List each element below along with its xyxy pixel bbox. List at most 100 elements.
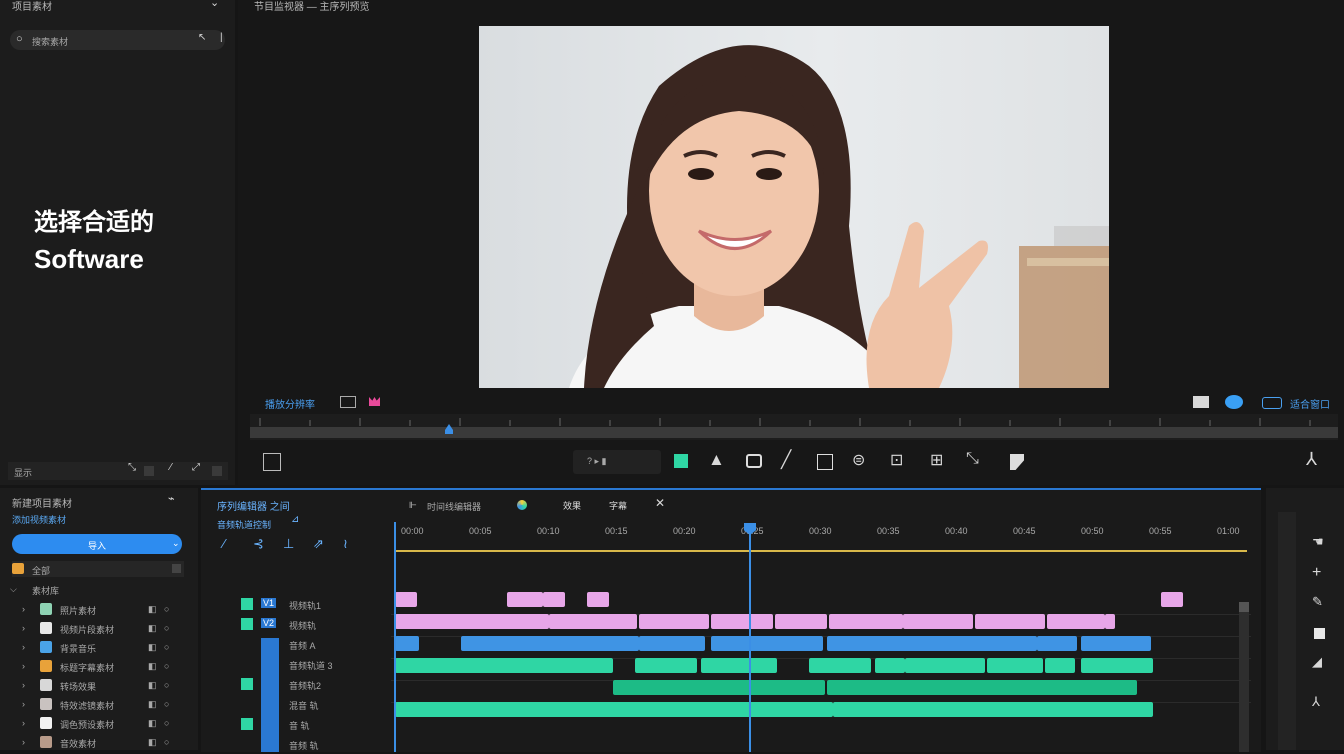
options-icon[interactable] [172,564,181,573]
timeline-clip[interactable] [549,614,637,629]
timeline-clip[interactable] [1081,658,1153,673]
select-tool-icon[interactable]: ⁄ [223,536,225,551]
info-icon[interactable]: ○ [164,680,169,690]
search-input[interactable]: ○ 搜索素材 ↖ | [10,30,225,50]
timeline-clip[interactable] [461,636,639,651]
track-lock-icon[interactable] [241,718,253,730]
timeline-clip[interactable] [639,636,705,651]
import-button[interactable]: 导入 ⌄ [12,534,182,554]
asset-item[interactable]: › 标题字幕素材 ◧ ○ [10,659,180,675]
timeline-clip[interactable] [809,658,871,673]
compare-icon[interactable] [1193,396,1209,408]
pen-tool-icon[interactable]: ≀ [343,536,348,552]
settings-icon[interactable] [1262,397,1282,409]
safe-margin-icon[interactable] [340,396,356,408]
timeline-clip[interactable] [395,614,549,629]
timeline-clip[interactable] [395,658,613,673]
visibility-icon[interactable]: ◧ [148,661,157,672]
timeline-clip[interactable] [587,592,609,607]
track-header[interactable]: 音频 轨 [201,736,399,754]
track-lock-icon[interactable] [241,698,253,710]
track-lock-icon[interactable] [241,598,253,610]
slip-tool-icon[interactable]: ⇗ [313,536,324,552]
grid-view-icon[interactable] [144,466,154,476]
clear-icon[interactable]: ↖ [198,32,206,43]
text-tool-icon[interactable]: ⊡ [890,450,903,470]
add-track-icon[interactable]: ⊿ [291,514,299,525]
timecode-field[interactable]: ? ▸ ▮ [573,450,661,474]
track-lock-icon[interactable] [241,618,253,630]
playhead-line[interactable] [749,526,751,752]
timeline-clip[interactable] [1047,614,1105,629]
work-area-bar[interactable] [395,550,1247,552]
visibility-icon[interactable]: ◧ [148,680,157,691]
timeline-clip[interactable] [395,702,833,717]
playback-resolution[interactable]: 播放分辨率 [265,396,315,411]
link-icon[interactable]: ✕ [655,496,665,510]
tab-captions[interactable]: 字幕 [609,499,627,512]
asset-item[interactable]: › 照片素材 ◧ ○ [10,602,180,618]
fill-icon[interactable] [1314,628,1325,639]
timeline-clip[interactable] [827,636,1037,651]
timeline-ruler[interactable]: 00:0000:0500:1000:1500:2000:2500:3000:35… [391,518,1251,552]
ripple-tool-icon[interactable]: ⊥ [283,536,294,552]
track-header[interactable]: 视频轨 V2 [201,616,399,634]
timeline-clip[interactable] [701,658,777,673]
caption-icon[interactable] [746,454,762,468]
rectangle-icon[interactable] [817,454,833,470]
step-icon[interactable]: ▲ [708,450,725,470]
visibility-icon[interactable]: ◧ [148,642,157,653]
line-icon[interactable]: ╱ [781,450,791,470]
timeline-clip[interactable] [711,636,823,651]
razor-tool-icon[interactable]: ⊰ [253,536,264,552]
timeline-clip[interactable] [1037,636,1077,651]
tab-effects[interactable]: 效果 [563,499,581,512]
fit-label[interactable]: 适合窗口 [1290,396,1330,411]
video-frame[interactable] [479,26,1109,388]
list-view-icon[interactable]: ⤡ [128,462,136,473]
timeline-clip[interactable] [395,636,419,651]
timeline-clip[interactable] [833,702,1153,717]
add-marker-icon[interactable]: + [1312,564,1321,582]
info-icon[interactable]: ○ [164,699,169,709]
in-point-line[interactable] [394,522,396,752]
timeline-clip[interactable] [635,658,697,673]
track-header[interactable]: 视频轨1 V1 [201,596,399,614]
flag-icon[interactable] [1010,454,1024,470]
visibility-icon[interactable]: ◧ [148,604,157,615]
sort-icon[interactable]: ⁄ [170,462,172,473]
visibility-icon[interactable]: ◧ [148,737,157,748]
stop-icon[interactable] [674,454,688,468]
export-frame-icon[interactable] [263,453,281,471]
trim-icon[interactable]: ⅄ [1306,449,1317,470]
timeline-clip[interactable] [829,614,903,629]
wand-icon[interactable]: ⤡ [966,450,979,468]
timeline-clip[interactable] [905,658,985,673]
track-header[interactable]: 音频轨2 [201,676,399,694]
asset-item[interactable]: › 调色预设素材 ◧ ○ [10,716,180,732]
track-header[interactable]: 音频 A [201,636,399,654]
timeline-clip[interactable] [1081,636,1151,651]
asset-item[interactable]: › 音效素材 ◧ ○ [10,735,180,751]
track-header[interactable]: 音 轨 [201,716,399,734]
track-badge[interactable]: V2 [261,618,277,628]
info-icon[interactable]: ○ [164,661,169,671]
vertical-scrollbar[interactable] [1239,602,1249,752]
asset-item[interactable]: › 转场效果 ◧ ○ [10,678,180,694]
visibility-icon[interactable]: ◧ [148,623,157,634]
track-lock-icon[interactable] [241,658,253,670]
track-header[interactable]: 音频轨道 3 [201,656,399,674]
trim-tool-icon[interactable]: ⅄ [1312,694,1320,710]
info-icon[interactable]: ○ [164,642,169,652]
color-icon[interactable] [1225,395,1243,409]
timeline-clip[interactable] [543,592,565,607]
menu-icon[interactable]: ⌁ [168,492,175,505]
timeline-clip[interactable] [875,658,905,673]
scrub-bar[interactable] [250,414,1338,440]
timeline-clip[interactable] [987,658,1043,673]
track-lock-icon[interactable] [241,638,253,650]
zoom-icon[interactable]: ⤢ [192,462,200,473]
timeline-clip[interactable] [1161,592,1183,607]
info-icon[interactable]: ○ [164,623,169,633]
timeline-clip[interactable] [903,614,973,629]
